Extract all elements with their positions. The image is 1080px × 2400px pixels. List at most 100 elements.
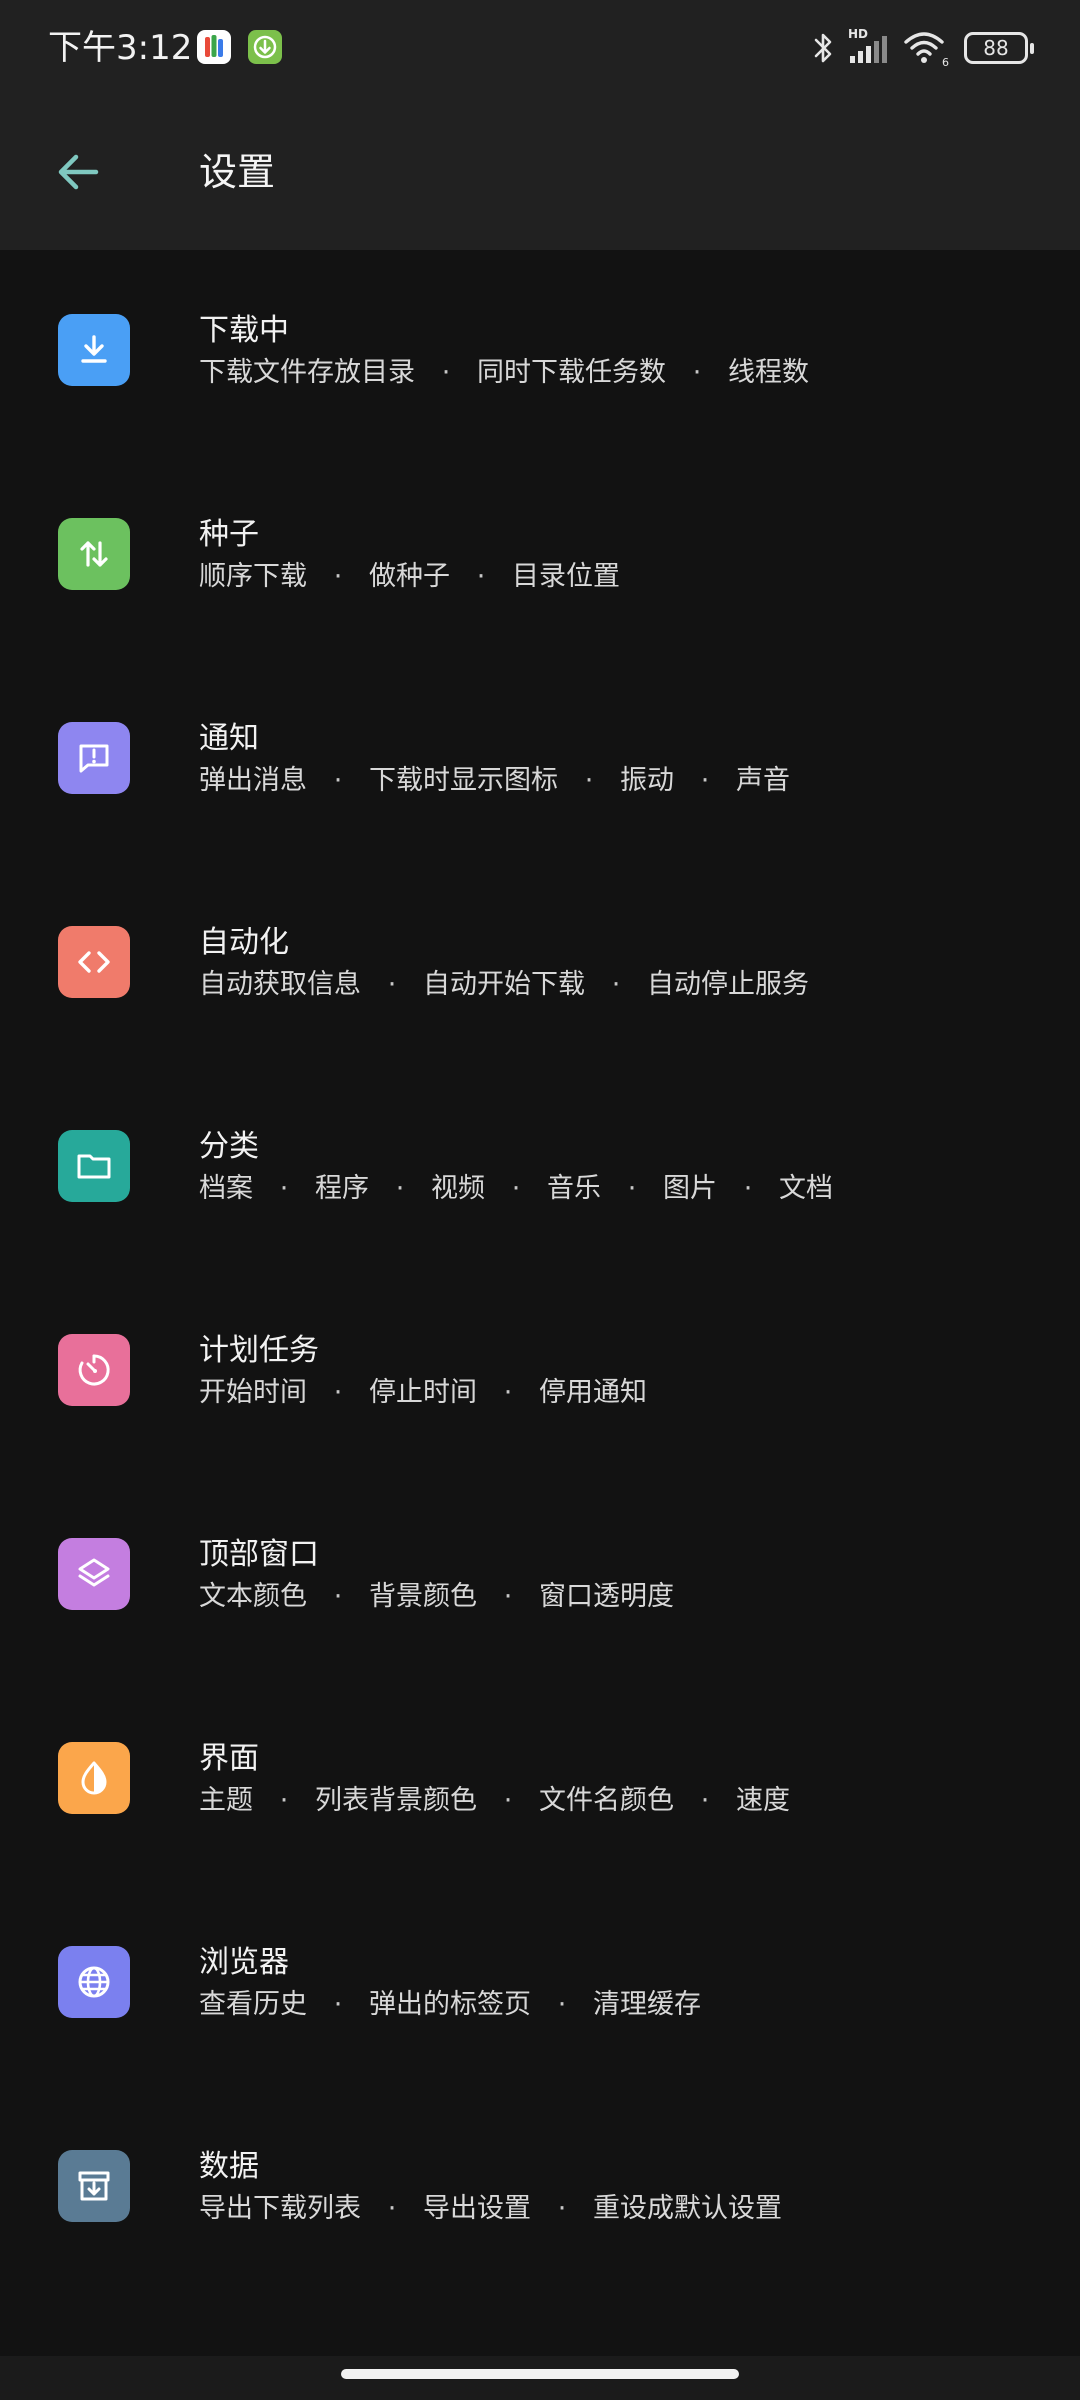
separator-dot: · xyxy=(387,2193,397,2224)
arrow-left-icon xyxy=(58,154,99,190)
setting-option: 导出下载列表 xyxy=(199,2193,361,2224)
setting-summary: 查看历史 · 弹出的标签页 · 清理缓存 xyxy=(199,1984,701,2026)
settings-screen: 下午3:12 HD 6 88 设置 下载中 下载文件存放目录 · 同时下载任务数… xyxy=(0,0,1080,2400)
bluetooth-icon xyxy=(808,24,838,72)
setting-option: 自动停止服务 xyxy=(647,969,809,1000)
setting-option: 主题 xyxy=(199,1785,253,1816)
setting-item[interactable]: 浏览器 查看历史 · 弹出的标签页 · 清理缓存 xyxy=(0,1882,1080,2086)
separator-dot: · xyxy=(627,1173,637,1204)
setting-option: 文本颜色 xyxy=(199,1581,307,1612)
download-icon xyxy=(58,314,130,386)
setting-item[interactable]: 通知 弹出消息 · 下载时显示图标 · 振动 · 声音 xyxy=(0,658,1080,862)
setting-summary: 主题 · 列表背景颜色 · 文件名颜色 · 速度 xyxy=(199,1780,790,1822)
archive-download-icon xyxy=(58,2150,130,2222)
back-button[interactable] xyxy=(36,130,120,214)
setting-title: 通知 xyxy=(199,721,259,756)
settings-list: 下载中 下载文件存放目录 · 同时下载任务数 · 线程数 种子 顺序下载 · 做种子 · 目录位置 通知… xyxy=(0,250,1080,2290)
setting-option: 同时下载任务数 xyxy=(477,357,666,388)
separator-dot: · xyxy=(557,2193,567,2224)
setting-title: 种子 xyxy=(199,517,259,552)
setting-option: 顺序下载 xyxy=(199,561,307,592)
separator-dot: · xyxy=(333,561,343,592)
setting-item[interactable]: 下载中 下载文件存放目录 · 同时下载任务数 · 线程数 xyxy=(0,250,1080,454)
setting-option: 文件名颜色 xyxy=(539,1785,674,1816)
setting-item[interactable]: 计划任务 开始时间 · 停止时间 · 停用通知 xyxy=(0,1270,1080,1474)
separator-dot: · xyxy=(333,1581,343,1612)
page-title: 设置 xyxy=(199,150,276,194)
setting-option: 下载时显示图标 xyxy=(369,765,558,796)
setting-option: 开始时间 xyxy=(199,1377,307,1408)
separator-dot: · xyxy=(743,1173,753,1204)
folder-icon xyxy=(58,1130,130,1202)
separator-dot: · xyxy=(279,1173,289,1204)
separator-dot: · xyxy=(441,357,451,388)
globe-icon xyxy=(58,1946,130,2018)
setting-option: 声音 xyxy=(736,765,790,796)
separator-dot: · xyxy=(333,765,343,796)
separator-dot: · xyxy=(476,561,486,592)
setting-title: 自动化 xyxy=(199,925,289,960)
separator-dot: · xyxy=(333,1989,343,2020)
separator-dot: · xyxy=(584,765,594,796)
separator-dot: · xyxy=(511,1173,521,1204)
setting-summary: 文本颜色 · 背景颜色 · 窗口透明度 xyxy=(199,1576,674,1618)
status-time: 下午3:12 xyxy=(48,28,193,68)
download-notification-icon xyxy=(248,30,282,64)
app-bar: 设置 xyxy=(0,100,1080,250)
setting-option: 停止时间 xyxy=(369,1377,477,1408)
setting-option: 查看历史 xyxy=(199,1989,307,2020)
setting-option: 振动 xyxy=(620,765,674,796)
setting-option: 列表背景颜色 xyxy=(315,1785,477,1816)
setting-option: 下载文件存放目录 xyxy=(199,357,415,388)
setting-title: 计划任务 xyxy=(199,1333,319,1368)
separator-dot: · xyxy=(503,1785,513,1816)
contrast-icon xyxy=(58,1742,130,1814)
setting-option: 音乐 xyxy=(547,1173,601,1204)
separator-dot: · xyxy=(333,1377,343,1408)
layers-icon xyxy=(58,1538,130,1610)
setting-option: 目录位置 xyxy=(512,561,620,592)
setting-option: 自动开始下载 xyxy=(423,969,585,1000)
battery-indicator: 88 xyxy=(964,32,1034,64)
signal-hd-label: HD xyxy=(848,27,868,41)
setting-option: 停用通知 xyxy=(539,1377,647,1408)
setting-option: 视频 xyxy=(431,1173,485,1204)
setting-summary: 下载文件存放目录 · 同时下载任务数 · 线程数 xyxy=(199,352,809,394)
setting-option: 窗口透明度 xyxy=(539,1581,674,1612)
separator-dot: · xyxy=(387,969,397,1000)
setting-option: 做种子 xyxy=(369,561,450,592)
separator-dot: · xyxy=(557,1989,567,2020)
setting-item[interactable]: 分类 档案 · 程序 · 视频 · 音乐 · 图片 · 文档 xyxy=(0,1066,1080,1270)
setting-option: 档案 xyxy=(199,1173,253,1204)
setting-option: 图片 xyxy=(663,1173,717,1204)
setting-summary: 开始时间 · 停止时间 · 停用通知 xyxy=(199,1372,647,1414)
setting-item[interactable]: 自动化 自动获取信息 · 自动开始下载 · 自动停止服务 xyxy=(0,862,1080,1066)
setting-option: 导出设置 xyxy=(423,2193,531,2224)
app-notification-icon xyxy=(197,30,231,64)
setting-summary: 档案 · 程序 · 视频 · 音乐 · 图片 · 文档 xyxy=(199,1168,833,1210)
cellular-signal-icon: HD xyxy=(848,24,890,72)
separator-dot: · xyxy=(503,1581,513,1612)
setting-option: 重设成默认设置 xyxy=(593,2193,782,2224)
setting-summary: 自动获取信息 · 自动开始下载 · 自动停止服务 xyxy=(199,964,809,1006)
separator-dot: · xyxy=(692,357,702,388)
timer-icon xyxy=(58,1334,130,1406)
setting-item[interactable]: 数据 导出下载列表 · 导出设置 · 重设成默认设置 xyxy=(0,2086,1080,2290)
wifi-6-label: 6 xyxy=(942,56,949,69)
swap-vertical-icon xyxy=(58,518,130,590)
setting-title: 界面 xyxy=(199,1741,259,1776)
setting-option: 弹出消息 xyxy=(199,765,307,796)
setting-item[interactable]: 界面 主题 · 列表背景颜色 · 文件名颜色 · 速度 xyxy=(0,1678,1080,1882)
setting-option: 速度 xyxy=(736,1785,790,1816)
separator-dot: · xyxy=(279,1785,289,1816)
setting-option: 线程数 xyxy=(728,357,809,388)
code-icon xyxy=(58,926,130,998)
wifi-icon: 6 xyxy=(902,24,952,72)
status-bar: 下午3:12 HD 6 88 xyxy=(0,0,1080,100)
home-indicator[interactable] xyxy=(341,2369,739,2379)
setting-option: 自动获取信息 xyxy=(199,969,361,1000)
setting-option: 背景颜色 xyxy=(369,1581,477,1612)
setting-option: 文档 xyxy=(779,1173,833,1204)
setting-item[interactable]: 种子顺序下载 · 做种子 · 目录位置 xyxy=(0,454,1080,658)
setting-item[interactable]: 顶部窗口 文本颜色 · 背景颜色 · 窗口透明度 xyxy=(0,1474,1080,1678)
